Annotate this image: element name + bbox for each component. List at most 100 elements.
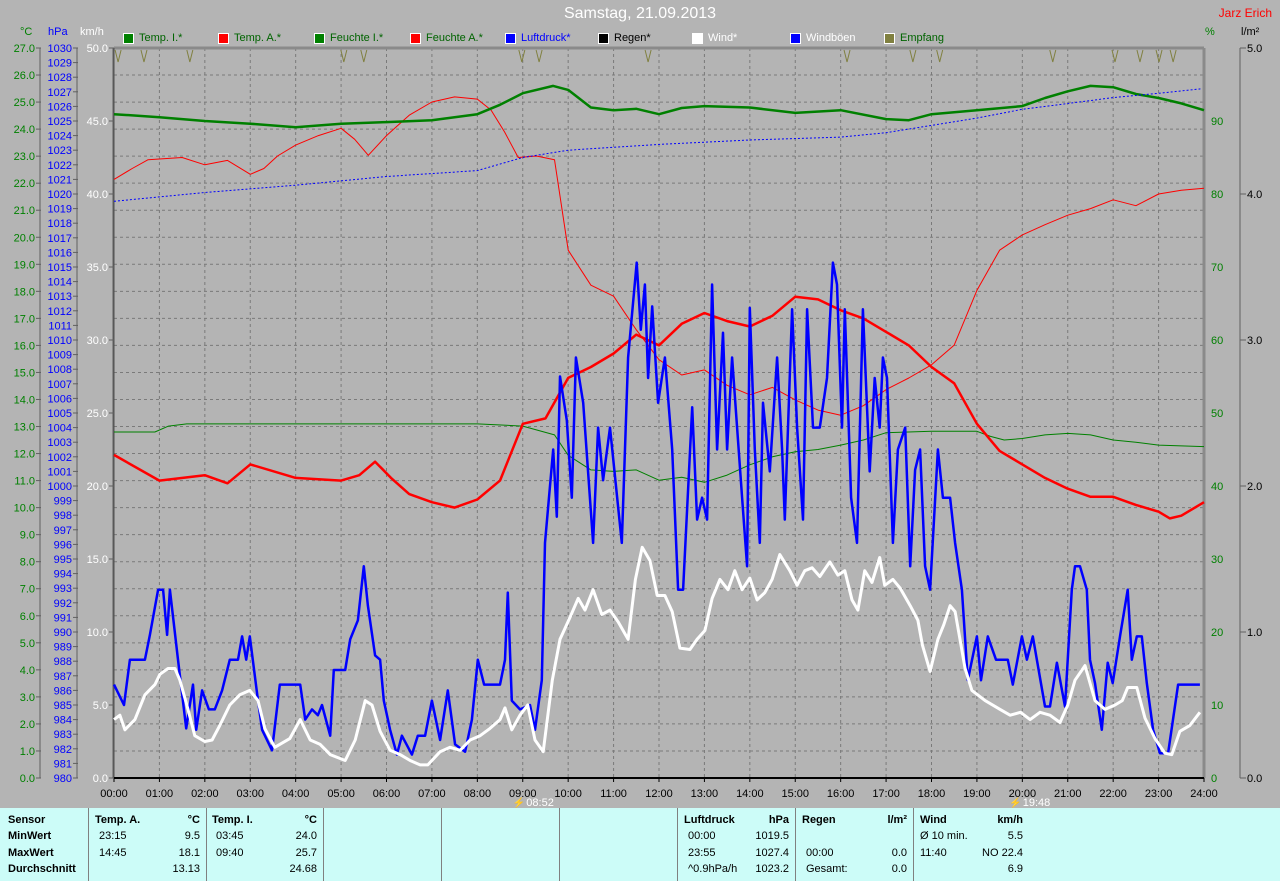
axis-label-wind: 45.0 <box>87 116 108 128</box>
legend-item: Feuchte A.* <box>410 31 483 45</box>
axis-label-temp: 25.0 <box>14 97 35 109</box>
axis-label-pressure: 1027 <box>48 87 72 99</box>
axis-label-pressure: 995 <box>54 554 72 566</box>
x-tick-label: 22:00 <box>1099 788 1127 800</box>
axis-label-pressure: 1029 <box>48 58 72 70</box>
empfang-dropout-mark <box>909 49 917 63</box>
column-header: Temp. I. <box>212 814 253 826</box>
x-tick-label: 08:00 <box>464 788 492 800</box>
axis-label-pressure: 988 <box>54 656 72 668</box>
axis-label-temp: 10.0 <box>14 503 35 515</box>
axis-label-pressure: 989 <box>54 642 72 654</box>
empfang-dropout-mark <box>518 49 526 63</box>
stat-value: 5.5 <box>1007 830 1023 842</box>
axis-label-pressure: 981 <box>54 758 72 770</box>
axis-label-rain: 0.0 <box>1247 773 1262 785</box>
legend-label: Regen* <box>614 32 651 44</box>
axis-label-pressure: 1021 <box>48 174 72 186</box>
stat-time: ^0.9hPa/h <box>688 863 738 875</box>
axis-label-pressure: 999 <box>54 496 72 508</box>
row-label: MaxWert <box>8 847 54 859</box>
x-tick-label: 10:00 <box>554 788 582 800</box>
stat-value: 9.5 <box>184 830 200 842</box>
x-tick-label: 24:00 <box>1190 788 1218 800</box>
stats-column: Regen l/m² 00:00 0.0 Gesamt: 0.0 <box>796 808 914 881</box>
x-tick-label: 14:00 <box>736 788 764 800</box>
legend-swatch <box>692 32 703 44</box>
stat-time: 00:00 <box>688 830 716 842</box>
x-tick-label: 16:00 <box>827 788 855 800</box>
axis-label-humidity: 40 <box>1211 481 1223 493</box>
axis-label-pressure: 1024 <box>48 131 72 143</box>
stat-time: Gesamt: <box>806 863 848 875</box>
axis-label-wind: 30.0 <box>87 335 108 347</box>
axis-label-humidity: 90 <box>1211 116 1223 128</box>
empfang-dropout-mark <box>936 49 944 63</box>
x-tick-label: 02:00 <box>191 788 219 800</box>
x-tick-label: 13:00 <box>691 788 719 800</box>
column-unit: hPa <box>768 814 789 826</box>
axis-label-temp: 16.0 <box>14 340 35 352</box>
axis-label-pressure: 997 <box>54 525 72 537</box>
x-tick-label: 00:00 <box>100 788 128 800</box>
axis-label-humidity: 50 <box>1211 408 1223 420</box>
axis-label-pressure: 1008 <box>48 364 72 376</box>
axis-label-pressure: 982 <box>54 744 72 756</box>
x-tick-label: 23:00 <box>1145 788 1173 800</box>
axis-label-pressure: 987 <box>54 671 72 683</box>
axis-label-wind: 50.0 <box>87 43 108 55</box>
legend-label: Windböen <box>806 32 856 44</box>
lightning-icon: ⚡ <box>1009 797 1022 809</box>
legend-label: Feuchte I.* <box>330 32 384 44</box>
stats-column <box>324 808 442 881</box>
axis-label-pressure: 1000 <box>48 481 72 493</box>
axis-label-rain: 2.0 <box>1247 481 1262 493</box>
stat-value: 1023.2 <box>755 863 789 875</box>
axis-label-humidity: 0 <box>1211 773 1217 785</box>
axis-label-temp: 24.0 <box>14 124 35 136</box>
axis-label-temp: 20.0 <box>14 232 35 244</box>
legend-label: Temp. I.* <box>139 32 183 44</box>
legend-label: Feuchte A.* <box>426 32 483 44</box>
axis-label-temp: 15.0 <box>14 367 35 379</box>
empfang-dropout-mark <box>1136 49 1144 63</box>
x-tick-label: 17:00 <box>872 788 900 800</box>
axis-label-pressure: 980 <box>54 773 72 785</box>
axis-label-temp: 12.0 <box>14 449 35 461</box>
axis-label-pressure: 1016 <box>48 247 72 259</box>
axis-label-pressure: 1030 <box>48 43 72 55</box>
axis-label-rain: 3.0 <box>1247 335 1262 347</box>
column-header: Temp. A. <box>95 814 141 826</box>
stat-time: 09:40 <box>216 847 244 859</box>
row-label: Durchschnitt <box>8 863 76 875</box>
x-tick-label: 01:00 <box>146 788 174 800</box>
axis-label-pressure: 1013 <box>48 291 72 303</box>
author-label: Jarz Erich <box>1218 6 1272 20</box>
axis-label-pressure: 1022 <box>48 160 72 172</box>
axis-label-wind: 10.0 <box>87 627 108 639</box>
unit-temp: °C <box>20 26 33 38</box>
stat-time: 11:40 <box>920 847 947 859</box>
axis-label-pressure: 1026 <box>48 101 72 113</box>
stat-time: 23:55 <box>688 847 716 859</box>
axis-label-wind: 5.0 <box>93 700 108 712</box>
axis-label-temp: 19.0 <box>14 259 35 271</box>
axis-label-temp: 5.0 <box>20 638 35 650</box>
stat-time: Ø 10 min. <box>920 830 968 842</box>
x-tick-label: 03:00 <box>236 788 264 800</box>
stat-value: NO 22.4 <box>982 847 1023 859</box>
legend-item: Wind* <box>692 31 737 45</box>
lightning-icon: ⚡ <box>512 797 526 809</box>
axis-label-temp: 8.0 <box>20 557 35 569</box>
stat-value: 18.1 <box>178 847 200 859</box>
legend-swatch <box>505 32 516 44</box>
stat-time: 03:45 <box>216 830 244 842</box>
legend-item: Empfang <box>884 31 944 45</box>
axis-label-rain: 1.0 <box>1247 627 1262 639</box>
axis-label-pressure: 1025 <box>48 116 72 128</box>
column-unit: °C <box>187 814 200 826</box>
axis-label-pressure: 1011 <box>48 320 72 332</box>
legend-item: Windböen <box>790 31 856 45</box>
axis-label-pressure: 1014 <box>48 277 72 289</box>
unit-humidity: % <box>1205 26 1215 38</box>
